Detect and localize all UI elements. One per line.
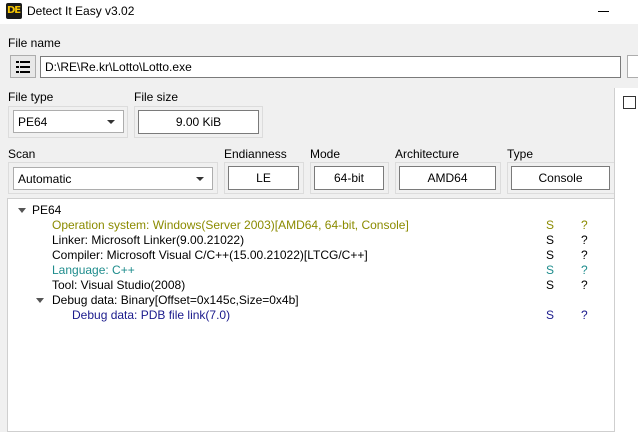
result-linker[interactable]: Linker: Microsoft Linker(9.00.21022) bbox=[52, 233, 244, 247]
side-checkbox[interactable] bbox=[623, 96, 636, 109]
scan-value: Automatic bbox=[18, 171, 72, 186]
file-menu-button[interactable] bbox=[10, 55, 36, 78]
result-debug-binary[interactable]: Debug data: Binary[Offset=0x145c,Size=0x… bbox=[52, 293, 299, 307]
file-path-input[interactable]: D:\RE\Re.kr\Lotto\Lotto.exe bbox=[40, 56, 621, 78]
window-title: Detect It Easy v3.02 bbox=[27, 4, 135, 18]
result-linker-signature[interactable]: S bbox=[546, 233, 554, 247]
type-value: Console bbox=[511, 166, 610, 190]
mode-value: 64-bit bbox=[314, 166, 384, 190]
side-panel bbox=[614, 88, 638, 432]
result-os-info[interactable]: ? bbox=[581, 218, 588, 232]
result-tool-info[interactable]: ? bbox=[581, 278, 588, 292]
results-tree[interactable]: PE64 Operation system: Windows(Server 20… bbox=[7, 198, 615, 432]
result-os-signature[interactable]: S bbox=[546, 218, 554, 232]
endianness-label: Endianness bbox=[224, 147, 287, 161]
file-size-label: File size bbox=[134, 90, 179, 104]
scan-label: Scan bbox=[8, 147, 36, 161]
chevron-down-icon bbox=[107, 119, 115, 124]
result-tool[interactable]: Tool: Visual Studio(2008) bbox=[52, 278, 185, 292]
mode-label: Mode bbox=[310, 147, 341, 161]
scan-select[interactable]: Automatic bbox=[13, 167, 213, 190]
browse-button[interactable] bbox=[627, 55, 638, 78]
tree-root-label[interactable]: PE64 bbox=[32, 203, 61, 217]
architecture-label: Architecture bbox=[395, 147, 460, 161]
result-os[interactable]: Operation system: Windows(Server 2003)[A… bbox=[52, 218, 409, 232]
expand-arrow-icon[interactable] bbox=[36, 298, 44, 303]
file-type-label: File type bbox=[8, 90, 54, 104]
result-language-info[interactable]: ? bbox=[581, 263, 588, 277]
result-language-signature[interactable]: S bbox=[546, 263, 554, 277]
app-logo-icon: DE bbox=[6, 3, 22, 19]
file-type-value: PE64 bbox=[18, 114, 48, 129]
architecture-value: AMD64 bbox=[399, 166, 496, 190]
endianness-value: LE bbox=[228, 166, 299, 190]
app-logo-text: DE bbox=[7, 5, 21, 16]
result-compiler[interactable]: Compiler: Microsoft Visual C/C++(15.00.2… bbox=[52, 248, 368, 262]
expand-arrow-icon[interactable] bbox=[18, 208, 26, 213]
minimize-icon[interactable] bbox=[598, 11, 609, 12]
result-language[interactable]: Language: C++ bbox=[52, 263, 135, 277]
result-debug-pdb-info[interactable]: ? bbox=[581, 308, 588, 322]
title-bar: DE Detect It Easy v3.02 bbox=[0, 0, 638, 24]
result-tool-signature[interactable]: S bbox=[546, 278, 554, 292]
file-size-value: 9.00 KiB bbox=[138, 110, 259, 134]
result-debug-pdb-signature[interactable]: S bbox=[546, 308, 554, 322]
chevron-down-icon bbox=[196, 176, 204, 181]
type-label: Type bbox=[507, 147, 534, 161]
result-compiler-signature[interactable]: S bbox=[546, 248, 554, 262]
result-compiler-info[interactable]: ? bbox=[581, 248, 588, 262]
file-name-label: File name bbox=[8, 36, 61, 50]
result-debug-pdb[interactable]: Debug data: PDB file link(7.0) bbox=[72, 308, 230, 322]
result-linker-info[interactable]: ? bbox=[581, 233, 588, 247]
file-type-select[interactable]: PE64 bbox=[13, 110, 124, 133]
